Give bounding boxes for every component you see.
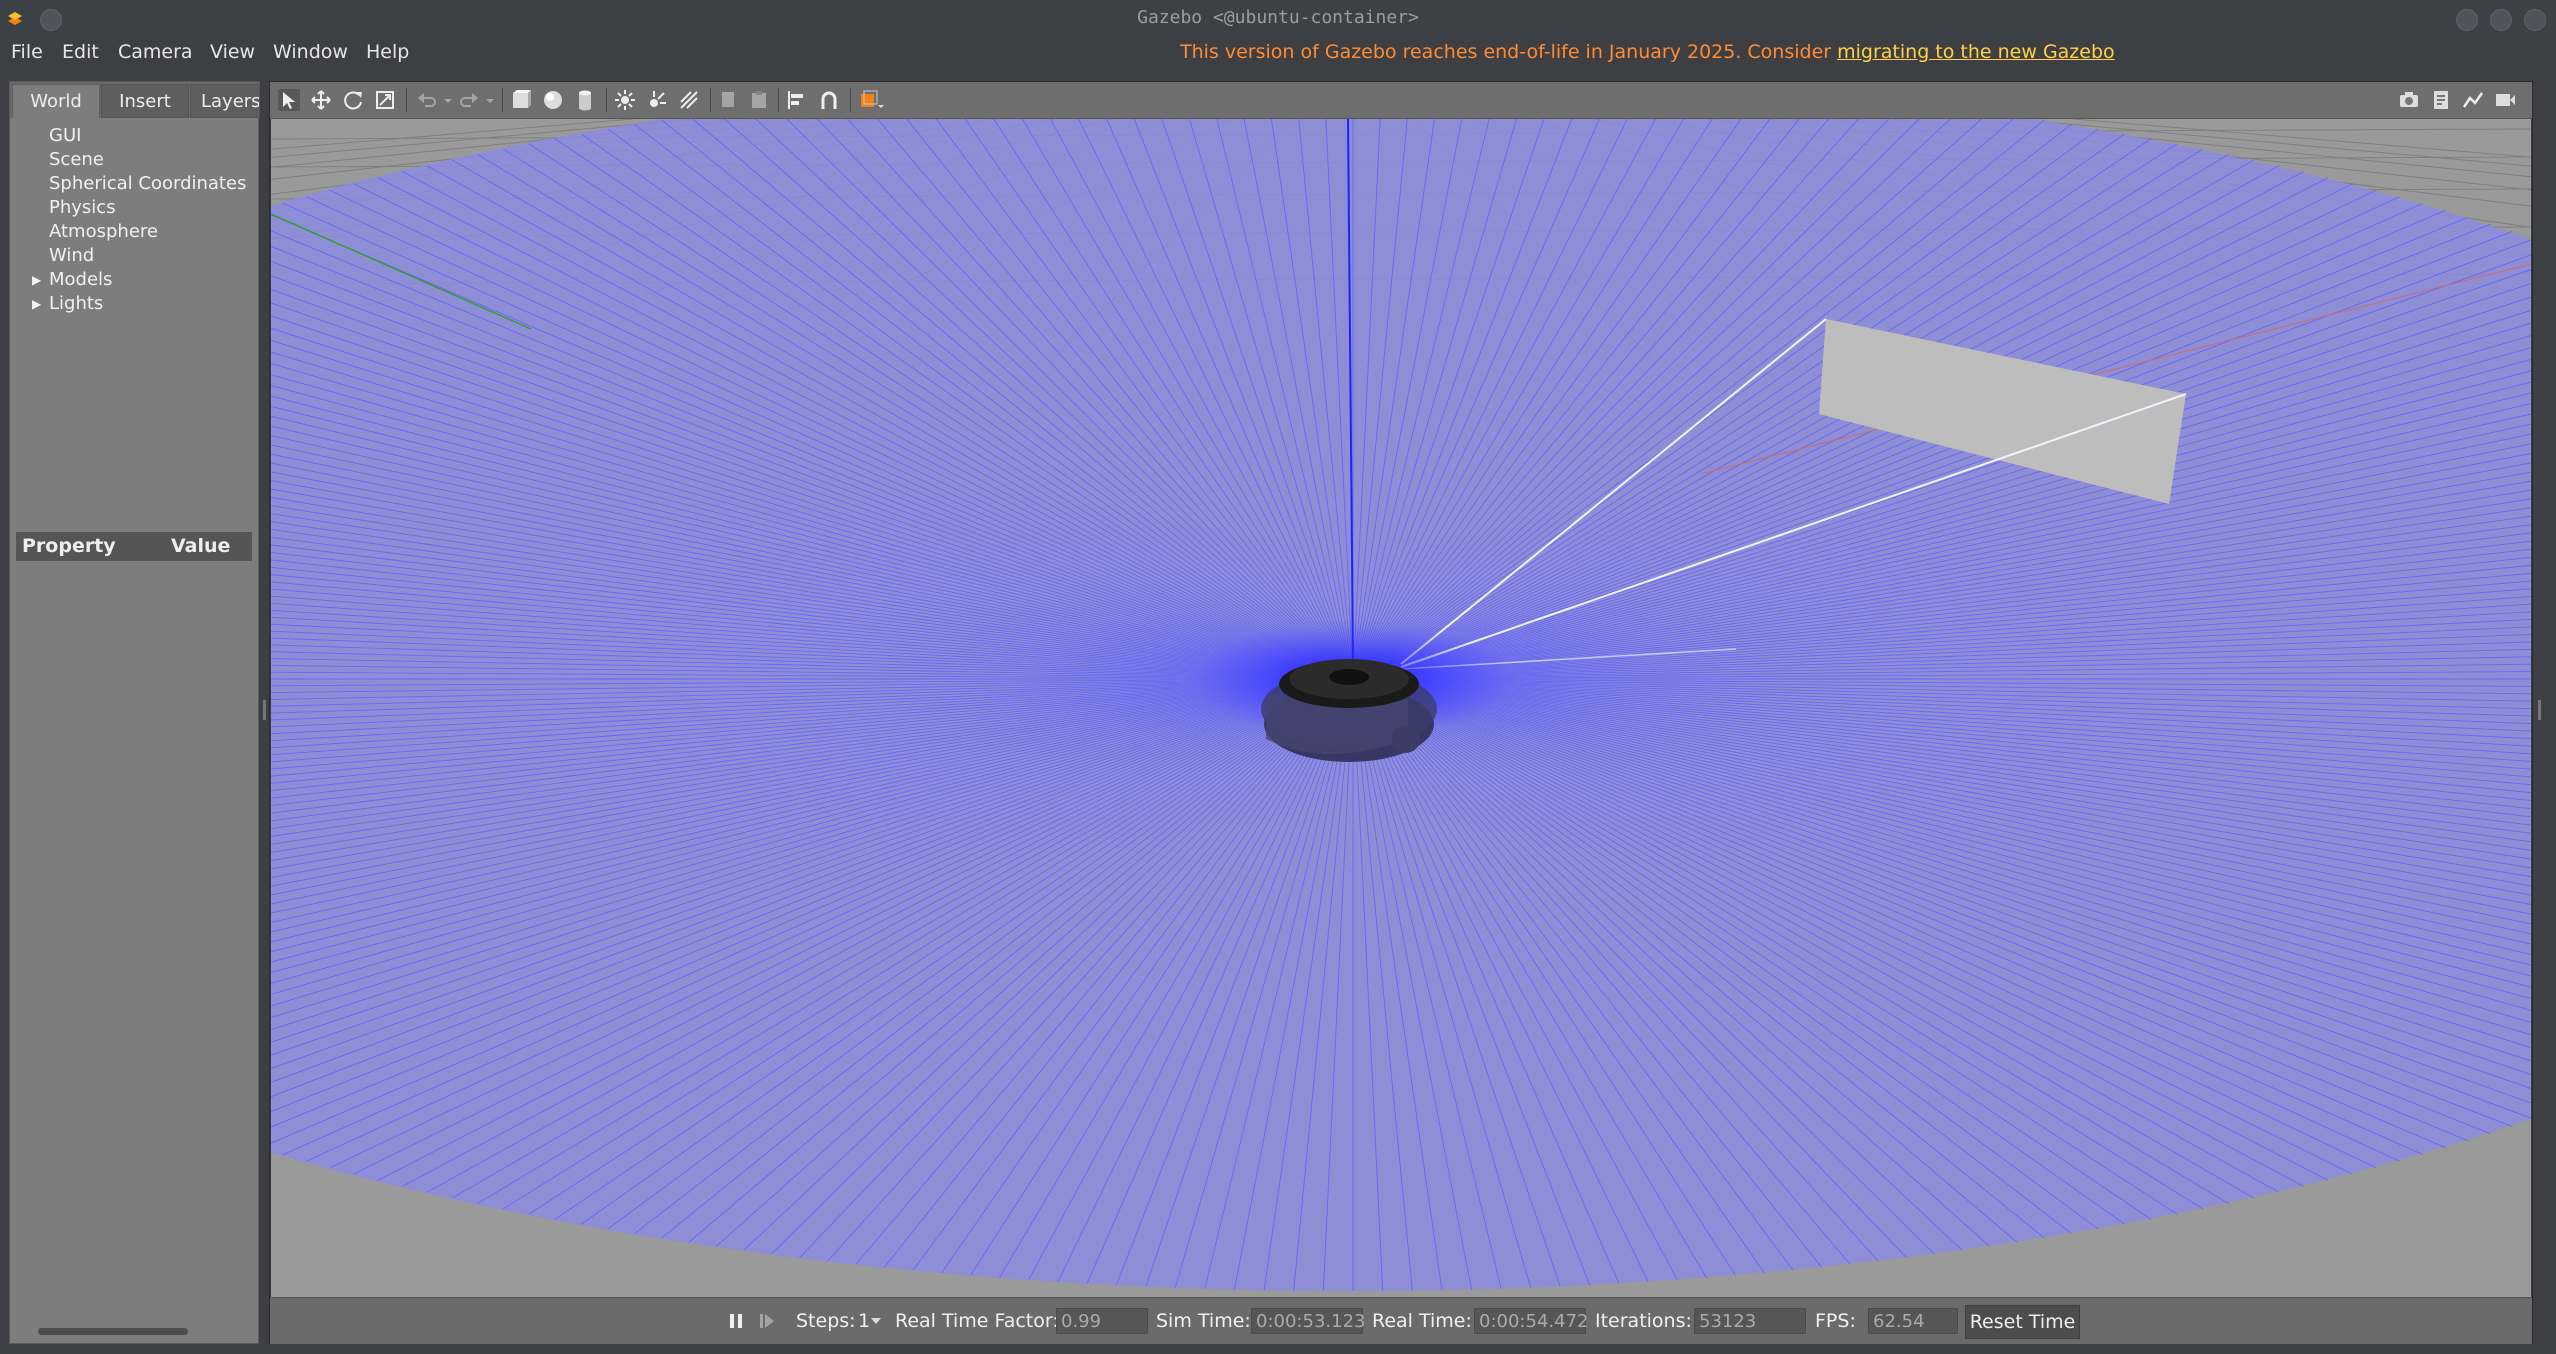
menu-bar: File Edit Camera View Window Help This v…: [0, 36, 2556, 69]
end-of-life-notice: This version of Gazebo reaches end-of-li…: [1180, 36, 2115, 69]
real-time-label: Real Time:: [1372, 1310, 1472, 1332]
step-icon[interactable]: [758, 1312, 776, 1330]
property-table-header: Property Value: [16, 532, 252, 561]
window-title: Gazebo <@ubuntu-container>: [1137, 7, 1419, 28]
menu-view[interactable]: View: [210, 36, 255, 69]
toolbar-separator: [778, 88, 779, 112]
toolbar-separator: [850, 88, 851, 112]
copy-icon[interactable]: [718, 89, 740, 111]
point-light-icon[interactable]: [614, 89, 636, 111]
end-of-life-text: This version of Gazebo reaches end-of-li…: [1180, 41, 1838, 63]
expand-arrow-icon[interactable]: ▶: [32, 292, 41, 316]
menu-file[interactable]: File: [11, 36, 43, 69]
real-time-factor-label: Real Time Factor:: [895, 1310, 1059, 1332]
chevron-down-icon[interactable]: [871, 1317, 881, 1325]
migration-link[interactable]: migrating to the new Gazebo: [1837, 41, 2115, 63]
menu-camera[interactable]: Camera: [118, 36, 193, 69]
redo-icon[interactable]: [458, 89, 480, 111]
rotate-icon[interactable]: [342, 89, 364, 111]
sim-time-label: Sim Time:: [1156, 1310, 1251, 1332]
expand-arrow-icon[interactable]: ▶: [32, 268, 41, 292]
select-arrow-icon[interactable]: [278, 89, 300, 111]
sphere-icon[interactable]: [542, 89, 564, 111]
steps-label: Steps:: [796, 1310, 856, 1332]
redo-history-icon[interactable]: [484, 89, 496, 111]
toolbar: [270, 82, 2532, 119]
title-bar: Gazebo <@ubuntu-container>: [0, 0, 2556, 37]
left-splitter-handle[interactable]: [263, 700, 266, 720]
log-icon[interactable]: [2430, 89, 2452, 111]
paste-icon[interactable]: [748, 89, 770, 111]
tree-item-atmosphere[interactable]: Atmosphere: [49, 220, 158, 244]
right-splitter-handle[interactable]: [2538, 700, 2541, 720]
tab-world[interactable]: World: [12, 84, 100, 118]
real-time-field: 0:00:54.472: [1474, 1308, 1588, 1334]
maximize-button[interactable]: [2490, 9, 2512, 31]
plot-icon[interactable]: [2462, 89, 2484, 111]
directional-light-icon[interactable]: [678, 89, 700, 111]
translate-icon[interactable]: [310, 89, 332, 111]
tree-item-models[interactable]: ▶ Models: [32, 268, 113, 292]
undo-icon[interactable]: [416, 89, 438, 111]
tree-item-physics[interactable]: Physics: [49, 196, 116, 220]
iterations-field: 53123: [1694, 1308, 1806, 1334]
pause-icon[interactable]: [727, 1312, 745, 1330]
toolbar-separator: [710, 88, 711, 112]
property-column-header: Property: [22, 535, 116, 557]
sim-time-field: 0:00:53.123: [1251, 1308, 1365, 1334]
fps-field: 62.54: [1868, 1308, 1958, 1334]
menu-help[interactable]: Help: [366, 36, 409, 69]
tree-item-wind[interactable]: Wind: [49, 244, 94, 268]
value-column-header: Value: [171, 535, 231, 557]
horizontal-scrollbar[interactable]: [38, 1328, 188, 1335]
left-panel: World Insert Layers GUI Scene Spherical …: [9, 81, 260, 1344]
scene-render[interactable]: [271, 119, 2531, 1297]
align-icon[interactable]: [786, 89, 808, 111]
tab-layers[interactable]: Layers: [190, 84, 260, 118]
real-time-factor-field: 0.99: [1056, 1308, 1148, 1334]
tree-item-scene[interactable]: Scene: [49, 148, 104, 172]
menu-window[interactable]: Window: [273, 36, 348, 69]
tab-insert[interactable]: Insert: [101, 84, 189, 118]
left-panel-tabs: World Insert Layers: [10, 82, 260, 118]
menu-edit[interactable]: Edit: [62, 36, 99, 69]
tree-item-spherical-coordinates[interactable]: Spherical Coordinates: [49, 172, 246, 196]
screenshot-icon[interactable]: [2398, 89, 2420, 111]
tree-item-gui[interactable]: GUI: [49, 124, 81, 148]
status-bar: Steps: 1 Real Time Factor: 0.99 Sim Time…: [270, 1297, 2532, 1344]
3d-scene[interactable]: [271, 119, 2531, 1297]
undo-history-icon[interactable]: [442, 89, 454, 111]
cylinder-icon[interactable]: [574, 89, 596, 111]
steps-value[interactable]: 1: [858, 1298, 870, 1344]
snap-icon[interactable]: [818, 89, 840, 111]
iterations-label: Iterations:: [1595, 1310, 1692, 1332]
tree-item-lights[interactable]: ▶ Lights: [32, 292, 104, 316]
video-record-icon[interactable]: [2494, 89, 2516, 111]
reset-time-button[interactable]: Reset Time: [1965, 1305, 2080, 1339]
scale-icon[interactable]: [374, 89, 396, 111]
fps-label: FPS:: [1815, 1310, 1856, 1332]
box-icon[interactable]: [510, 89, 532, 111]
render-viewport: Steps: 1 Real Time Factor: 0.99 Sim Time…: [269, 81, 2533, 1344]
view-angle-icon[interactable]: [858, 89, 886, 111]
toolbar-separator: [406, 88, 407, 112]
turtlebot-robot-model[interactable]: [1261, 659, 1437, 762]
tree-item-label: Lights: [49, 293, 104, 314]
spot-light-icon[interactable]: [646, 89, 668, 111]
minimize-button[interactable]: [2456, 9, 2478, 31]
toolbar-separator: [606, 88, 607, 112]
tree-item-label: Models: [49, 269, 113, 290]
close-button[interactable]: [2524, 9, 2546, 31]
toolbar-separator: [502, 88, 503, 112]
